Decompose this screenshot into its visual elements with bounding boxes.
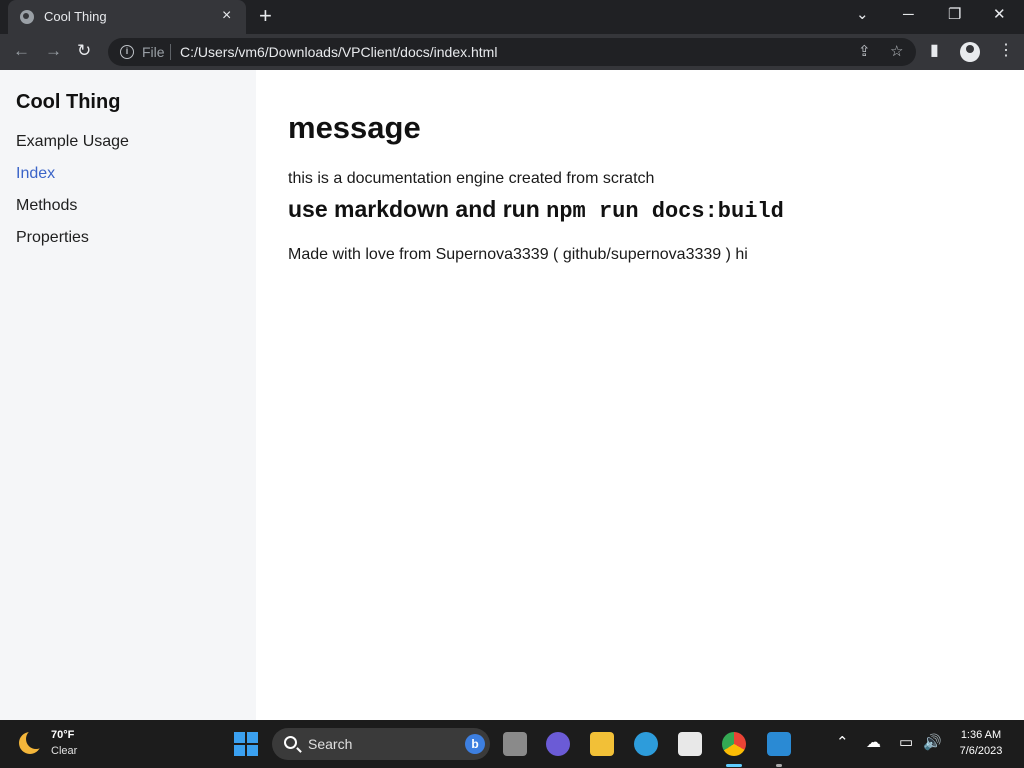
restore-button[interactable]: ❐ — [948, 6, 961, 24]
weather-temperature: 70°F — [51, 729, 75, 741]
network-icon[interactable]: ▭ — [899, 734, 913, 752]
volume-icon[interactable]: 🔊 — [923, 734, 942, 752]
side-panel-icon[interactable]: ▮ — [930, 41, 939, 61]
vscode-running-indicator — [776, 764, 782, 767]
omnibox-divider — [170, 44, 171, 60]
minimize-button[interactable]: ─ — [903, 6, 914, 24]
info-icon[interactable]: i — [120, 45, 134, 59]
main-content: message this is a documentation engine c… — [256, 70, 1024, 720]
back-button[interactable]: ← — [13, 41, 30, 61]
moon-icon — [19, 729, 46, 754]
site-title: Cool Thing — [16, 91, 121, 113]
tab-title: Cool Thing — [44, 9, 107, 24]
url-text[interactable]: C:/Users/vm6/Downloads/VPClient/docs/ind… — [180, 44, 497, 60]
tab-search-chevron-icon[interactable]: ⌄ — [856, 6, 869, 24]
title-bar: Cool Thing × + ⌄ ─ ❐ ✕ — [0, 0, 1024, 34]
vscode-icon[interactable] — [767, 732, 791, 756]
web-page: Cool Thing Example Usage Index Methods P… — [0, 70, 1024, 720]
start-tile — [247, 732, 258, 743]
chrome-active-indicator — [726, 764, 742, 767]
start-tile — [234, 745, 245, 756]
file-explorer-icon[interactable] — [590, 732, 614, 756]
scheme-label: File — [142, 44, 165, 60]
address-bar[interactable]: i File C:/Users/vm6/Downloads/VPClient/d… — [108, 38, 916, 66]
sidebar-item-example-usage[interactable]: Example Usage — [16, 133, 129, 151]
share-icon[interactable]: ⇪ — [858, 43, 871, 61]
search-placeholder: Search — [308, 736, 353, 752]
bing-icon[interactable]: b — [465, 734, 485, 754]
subheading-code: npm run docs:build — [546, 199, 784, 224]
weather-condition: Clear — [51, 745, 78, 757]
new-tab-button[interactable]: + — [259, 4, 272, 28]
browser-tab[interactable]: Cool Thing × — [8, 0, 246, 34]
sidebar-item-properties[interactable]: Properties — [16, 229, 89, 247]
clock-date[interactable]: 7/6/2023 — [946, 745, 1016, 757]
reload-button[interactable]: ↻ — [77, 41, 91, 61]
menu-kebab-icon[interactable]: ⋮ — [998, 41, 1014, 61]
page-heading: message — [288, 110, 421, 145]
credits-paragraph: Made with love from Supernova3339 ( gith… — [288, 246, 748, 263]
close-tab-icon[interactable]: × — [222, 7, 231, 25]
start-tile — [247, 745, 258, 756]
profile-avatar-icon[interactable] — [960, 42, 980, 62]
start-button[interactable] — [234, 732, 258, 756]
search-icon — [284, 736, 297, 749]
chrome-icon[interactable] — [722, 732, 746, 756]
bookmark-star-icon[interactable]: ☆ — [890, 43, 903, 61]
sidebar-item-methods[interactable]: Methods — [16, 197, 77, 215]
microsoft-store-icon[interactable] — [678, 732, 702, 756]
window-close-button[interactable]: ✕ — [993, 6, 1006, 24]
browser-toolbar: ← → ↻ i File C:/Users/vm6/Downloads/VPCl… — [0, 34, 1024, 70]
sidebar-item-index[interactable]: Index — [16, 165, 55, 183]
edge-icon[interactable] — [634, 732, 658, 756]
start-tile — [234, 732, 245, 743]
subheading: use markdown and run npm run docs:build — [288, 196, 784, 224]
forward-button[interactable]: → — [45, 41, 62, 61]
docs-sidebar: Cool Thing Example Usage Index Methods P… — [0, 70, 256, 720]
subheading-text: use markdown and run — [288, 196, 547, 222]
globe-icon — [20, 10, 34, 24]
intro-paragraph: this is a documentation engine created f… — [288, 170, 655, 187]
onedrive-offline-icon[interactable]: ☁ — [866, 734, 881, 752]
task-view-icon[interactable] — [503, 732, 527, 756]
clock-time[interactable]: 1:36 AM — [946, 729, 1016, 741]
taskbar-search[interactable]: Search b — [272, 728, 490, 760]
show-hidden-icons-chevron-icon[interactable]: ⌃ — [836, 734, 849, 752]
teams-chat-icon[interactable] — [546, 732, 570, 756]
windows-taskbar: 70°F Clear Search b ⌃ ☁ ▭ 🔊 1:36 AM 7/6/… — [0, 720, 1024, 768]
